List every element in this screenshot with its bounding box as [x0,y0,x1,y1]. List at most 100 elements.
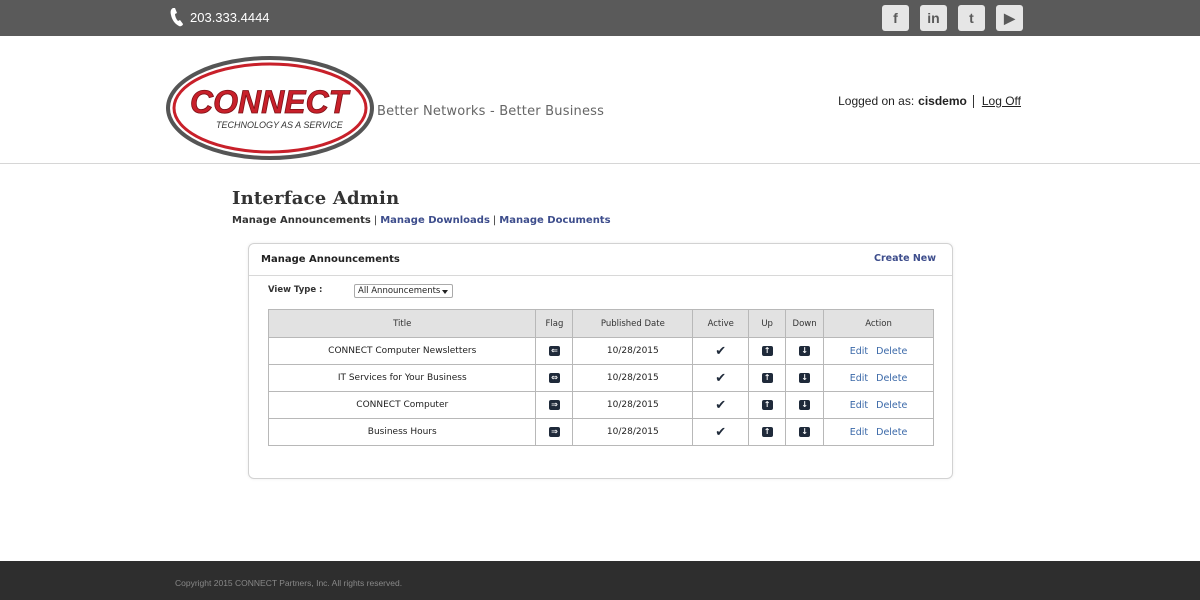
page-title: Interface Admin [232,188,400,209]
admin-subnav: Manage Announcements | Manage Downloads | Ma… [232,215,611,226]
subnav-manage-downloads[interactable]: Manage Downloads [380,215,490,226]
panel-header: Manage Announcements Create New [249,244,952,276]
row-title: Business Hours [267,418,537,446]
action-cell: Edit Delete [823,364,934,392]
table-row: CONNECT Computer ⇒ 10/28/2015 ✔ ↑ ↓ Edit Delete [267,391,934,419]
checkmark-icon: ✔ [715,370,727,386]
flag-both-arrow-icon[interactable]: ⇔ [548,373,560,383]
tagline: Better Networks - Better Business [377,104,605,119]
copyright: Copyright 2015 CONNECT Partners, Inc. Al… [175,578,403,588]
phone-contact: 203.333.4444 [170,7,270,27]
subnav-separator: | [492,215,497,226]
flag-cell: ⇒ [535,391,574,419]
column-header: Active [692,309,750,338]
row-date: 10/28/2015 [572,418,694,446]
login-status: Logged on as: cisdemo Log Off [838,94,1021,108]
row-date: 10/28/2015 [572,337,694,365]
active-cell: ✔ [692,364,750,392]
action-cell: Edit Delete [823,337,934,365]
table-row: Business Hours ⇒ 10/28/2015 ✔ ↑ ↓ Edit Delete [267,418,934,446]
flag-cell: ⇐ [535,337,574,365]
delete-link[interactable]: Delete [876,346,907,357]
active-cell: ✔ [692,337,750,365]
create-new-link[interactable]: Create New [874,253,936,264]
move-down-icon[interactable]: ↓ [799,427,811,437]
divider [972,94,974,108]
active-cell: ✔ [692,391,750,419]
delete-link[interactable]: Delete [876,373,907,384]
move-up-icon[interactable]: ↑ [761,346,773,356]
view-type-value: All Announcements [358,286,441,296]
youtube-icon[interactable]: ▶ [996,5,1023,31]
move-up-icon[interactable]: ↑ [761,373,773,383]
logo-subtitle: TECHNOLOGY AS A SERVICE [216,120,344,130]
row-title: CONNECT Computer Newsletters [267,337,537,365]
action-cell: Edit Delete [823,418,934,446]
flag-right-arrow-icon[interactable]: ⇒ [548,400,560,410]
edit-link[interactable]: Edit [850,400,868,411]
username: cisdemo [918,94,967,108]
column-header: Title [267,309,537,338]
flag-left-arrow-icon[interactable]: ⇐ [548,346,560,356]
move-down-icon[interactable]: ↓ [799,400,811,410]
edit-link[interactable]: Edit [850,346,868,357]
flag-cell: ⇔ [535,364,574,392]
row-title: CONNECT Computer [267,391,537,419]
twitter-icon[interactable]: t [958,5,985,31]
column-header: Action [823,309,934,338]
subnav-manage-documents[interactable]: Manage Documents [499,215,610,226]
move-down-icon[interactable]: ↓ [799,346,811,356]
social-links: f in t ▶ [882,5,1023,31]
move-up-icon[interactable]: ↑ [761,427,773,437]
edit-link[interactable]: Edit [850,373,868,384]
down-cell: ↓ [785,418,825,446]
move-down-icon[interactable]: ↓ [799,373,811,383]
site-header: CONNECT TECHNOLOGY AS A SERVICE Better N… [0,36,1200,164]
column-header: Published Date [572,309,694,338]
row-title: IT Services for Your Business [267,364,537,392]
move-up-icon[interactable]: ↑ [761,400,773,410]
subnav-manage-announcements[interactable]: Manage Announcements [232,215,371,226]
up-cell: ↑ [748,337,787,365]
down-cell: ↓ [785,364,825,392]
action-cell: Edit Delete [823,391,934,419]
checkmark-icon: ✔ [715,397,727,413]
up-cell: ↑ [748,364,787,392]
chevron-down-icon [442,290,448,294]
column-header: Flag [535,309,574,338]
table-row: CONNECT Computer Newsletters ⇐ 10/28/2015 ✔… [267,337,934,365]
subnav-separator: | [373,215,378,226]
checkmark-icon: ✔ [715,424,727,440]
column-header: Up [748,309,787,338]
announcements-table: Title Flag Published Date Active Up Down Actio… [267,309,934,446]
flag-cell: ⇒ [535,418,574,446]
row-date: 10/28/2015 [572,364,694,392]
up-cell: ↑ [748,418,787,446]
edit-link[interactable]: Edit [850,427,868,438]
linkedin-icon[interactable]: in [920,5,947,31]
checkmark-icon: ✔ [715,343,727,359]
panel-title: Manage Announcements [261,254,400,265]
login-label: Logged on as: [838,94,915,108]
delete-link[interactable]: Delete [876,427,907,438]
delete-link[interactable]: Delete [876,400,907,411]
announcements-panel: Manage Announcements Create New View Typ… [248,243,953,479]
view-type-label: View Type : [268,285,323,295]
down-cell: ↓ [785,391,825,419]
top-bar: 203.333.4444 f in t ▶ [0,0,1200,36]
column-header: Down [785,309,825,338]
logo-wordmark: CONNECT [190,84,351,120]
up-cell: ↑ [748,391,787,419]
view-type-select[interactable]: All Announcements [354,284,453,298]
site-footer: Copyright 2015 CONNECT Partners, Inc. Al… [0,561,1200,600]
facebook-icon[interactable]: f [882,5,909,31]
active-cell: ✔ [692,418,750,446]
table-row: IT Services for Your Business ⇔ 10/28/2015… [267,364,934,392]
log-off-link[interactable]: Log Off [982,94,1021,108]
table-header-row: Title Flag Published Date Active Up Down Actio… [267,309,934,338]
phone-icon [170,8,183,27]
connect-logo[interactable]: CONNECT TECHNOLOGY AS A SERVICE [166,56,376,160]
flag-right-arrow-icon[interactable]: ⇒ [548,427,560,437]
row-date: 10/28/2015 [572,391,694,419]
phone-number: 203.333.4444 [190,9,270,25]
